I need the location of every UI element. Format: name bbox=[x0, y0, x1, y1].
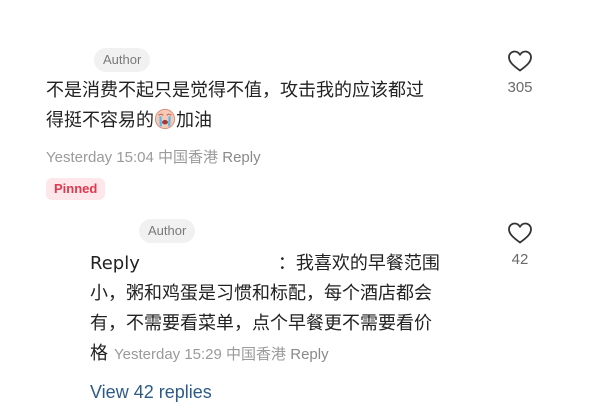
reply-text-line-1: Reply ：我喜欢的早餐范围 bbox=[90, 249, 440, 279]
reply-text: Reply ：我喜欢的早餐范围 小，粥和鸡蛋是习惯和标配，每个酒店都会 有，不需要… bbox=[90, 249, 440, 370]
reply-reply-button[interactable]: Reply bbox=[290, 346, 328, 363]
heart-icon bbox=[508, 222, 532, 244]
comment-location: 中国香港 bbox=[158, 149, 219, 166]
reply-like-count: 42 bbox=[511, 251, 529, 268]
view-replies-link[interactable]: View 42 replies bbox=[90, 382, 212, 403]
comment-text-line-2: 得挺不容易的 加油 bbox=[46, 106, 424, 136]
comment-text-line-2-end: 加油 bbox=[176, 110, 212, 131]
comment-meta: Yesterday 15:04 中国香港 Reply bbox=[46, 146, 261, 167]
comment-text-line-2-start: 得挺不容易的 bbox=[46, 110, 154, 131]
crying-face-emoji-icon bbox=[154, 108, 176, 130]
comment-text: 不是消费不起只是觉得不值，攻击我的应该都过 得挺不容易的 加油 bbox=[46, 76, 424, 136]
comment-like-button[interactable]: 305 bbox=[490, 49, 550, 96]
reply-text-line-4: 格 Yesterday 15:29 中国香港 Reply bbox=[90, 339, 440, 370]
reply-text-line-2: 小，粥和鸡蛋是习惯和标配，每个酒店都会 bbox=[90, 283, 432, 304]
reply-like-button[interactable]: 42 bbox=[490, 221, 550, 268]
comment-timestamp: Yesterday 15:04 bbox=[46, 149, 154, 166]
comment-text-line-1: 不是消费不起只是觉得不值，攻击我的应该都过 bbox=[46, 80, 424, 101]
comment-like-count: 305 bbox=[507, 79, 533, 96]
comment-reply-button[interactable]: Reply bbox=[222, 149, 260, 166]
author-badge: Author bbox=[94, 48, 151, 72]
reply-author-badge: Author bbox=[139, 219, 196, 243]
reply-location: 中国香港 bbox=[226, 346, 287, 363]
reply-text-line-1-body: ：我喜欢的早餐范围 bbox=[277, 253, 440, 274]
reply-timestamp: Yesterday 15:29 bbox=[114, 346, 222, 363]
heart-icon bbox=[508, 50, 532, 72]
reply-meta: Yesterday 15:29 中国香港 Reply bbox=[114, 346, 329, 363]
reply-text-line-3: 有，不需要看菜单，点个早餐更不需要看价 bbox=[90, 313, 432, 334]
reply-prefix: Reply bbox=[90, 253, 140, 274]
pinned-badge: Pinned bbox=[46, 178, 106, 200]
reply-text-line-4-body: 格 bbox=[90, 343, 108, 364]
